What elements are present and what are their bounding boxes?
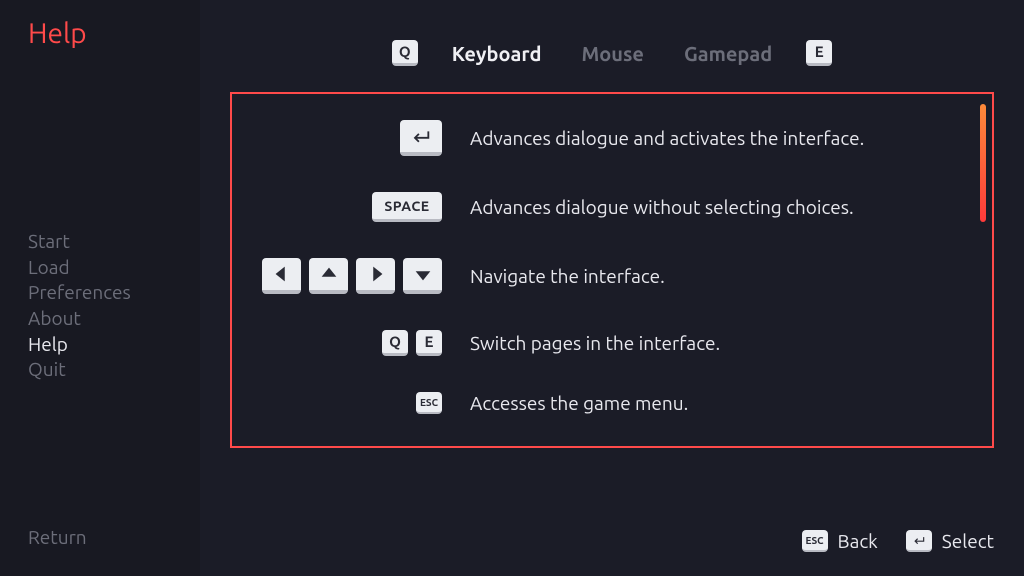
help-row: QE Switch pages in the interface. [262, 330, 962, 356]
q-key-icon: Q [382, 330, 408, 356]
key-group [262, 258, 442, 294]
nav-item-load[interactable]: Load [28, 255, 200, 281]
back-label: Back [838, 530, 878, 552]
page-title: Help [28, 18, 200, 49]
help-row: Advances dialogue and activates the inte… [262, 120, 962, 156]
sidebar: Help StartLoadPreferencesAboutHelpQuit R… [0, 0, 200, 576]
arrow-right-key-icon [356, 258, 395, 294]
prev-page-key-icon: Q [392, 40, 418, 66]
back-button[interactable]: ESC Back [802, 530, 878, 552]
nav-item-quit[interactable]: Quit [28, 357, 200, 383]
nav-item-about[interactable]: About [28, 306, 200, 332]
help-description: Switch pages in the interface. [470, 332, 720, 354]
key-group: ESC [262, 392, 442, 414]
tab-keyboard[interactable]: Keyboard [452, 42, 542, 65]
help-row: Navigate the interface. [262, 258, 962, 294]
help-row: SPACE Advances dialogue without selecting… [262, 192, 962, 222]
scrollbar[interactable] [980, 104, 986, 222]
help-description: Advances dialogue without selecting choi… [470, 196, 854, 218]
tab-mouse[interactable]: Mouse [581, 42, 644, 65]
enter-key-icon [906, 530, 932, 552]
next-page-key-icon: E [806, 40, 832, 66]
return-button[interactable]: Return [28, 526, 87, 548]
key-group [262, 120, 442, 156]
tab-gamepad[interactable]: Gamepad [684, 42, 772, 65]
select-button[interactable]: Select [906, 530, 994, 552]
help-description: Advances dialogue and activates the inte… [470, 127, 864, 149]
help-description: Accesses the game menu. [470, 392, 688, 414]
arrow-down-key-icon [403, 258, 442, 294]
space-key-icon: SPACE [372, 192, 442, 222]
nav-item-preferences[interactable]: Preferences [28, 280, 200, 306]
help-row: ESC Accesses the game menu. [262, 392, 962, 414]
nav-item-help[interactable]: Help [28, 332, 200, 358]
nav-list: StartLoadPreferencesAboutHelpQuit [28, 229, 200, 383]
help-panel: Advances dialogue and activates the inte… [230, 92, 994, 448]
help-description: Navigate the interface. [470, 265, 665, 287]
esc-key-icon: ESC [802, 530, 828, 552]
enter-key-icon [400, 120, 442, 156]
tab-bar: Q Keyboard Mouse Gamepad E [200, 0, 1024, 92]
key-group: SPACE [262, 192, 442, 222]
footer: ESC Back Select [802, 530, 994, 552]
e-key-icon: E [416, 330, 442, 356]
select-label: Select [942, 530, 994, 552]
esc-key-icon: ESC [416, 392, 442, 414]
arrow-left-key-icon [262, 258, 301, 294]
arrow-up-key-icon [309, 258, 348, 294]
content: Q Keyboard Mouse Gamepad E Advances dialog… [200, 0, 1024, 576]
nav-item-start[interactable]: Start [28, 229, 200, 255]
key-group: QE [262, 330, 442, 356]
